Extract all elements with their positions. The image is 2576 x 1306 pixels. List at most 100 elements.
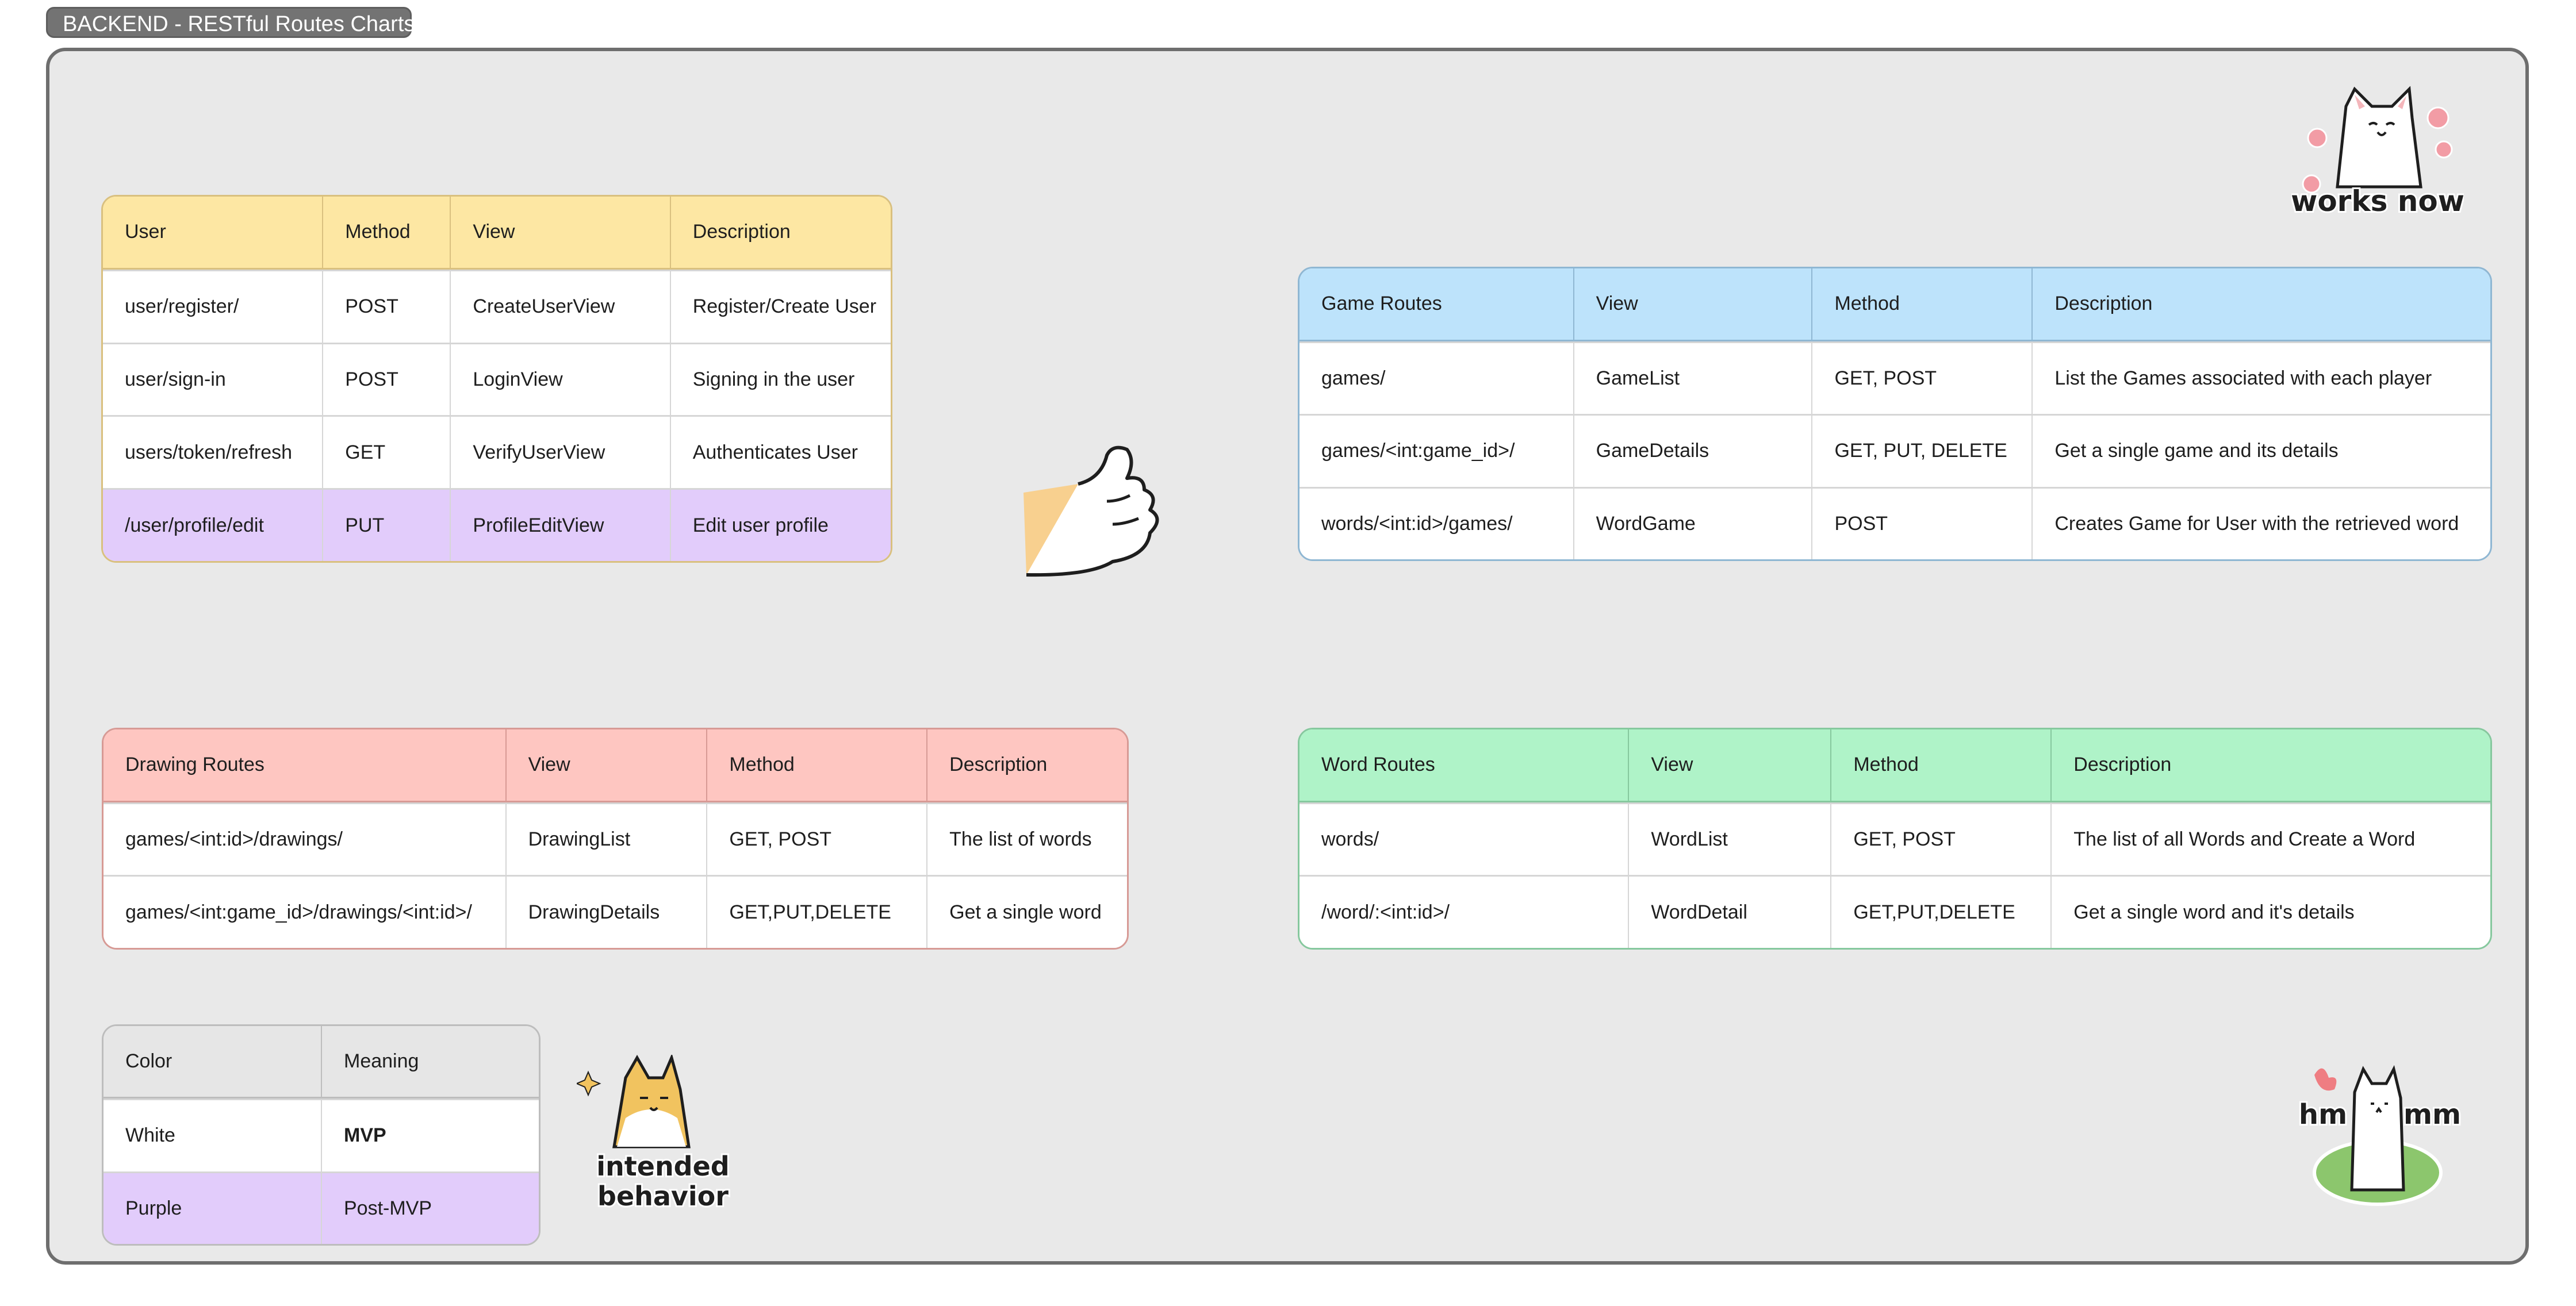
table-row: Purple Post-MVP xyxy=(103,1171,539,1244)
board-title: BACKEND - RESTful Routes Charts xyxy=(63,12,415,36)
works-now-label: works now xyxy=(2291,185,2464,216)
table-cell[interactable]: CreateUserView xyxy=(450,271,669,343)
table-cell[interactable]: GET, POST xyxy=(1811,343,2031,414)
table-row: games/<int:game_id>/GameDetails GET, PUT,… xyxy=(1300,414,2490,487)
table-cell[interactable]: Purple xyxy=(103,1173,321,1244)
table-cell[interactable]: ProfileEditView xyxy=(450,490,669,561)
hmm-cat-sticker: hm mm xyxy=(2297,1065,2463,1206)
table-row: games/<int:id>/drawings/DrawingList GET, … xyxy=(103,802,1127,875)
table-row: user/sign-in POST LoginView Signing in the … xyxy=(103,342,891,416)
table-cell[interactable]: Register/Create User xyxy=(669,271,891,343)
table-row: /user/profile/edit PUT ProfileEditView Edit… xyxy=(103,488,891,561)
table-cell[interactable]: user/sign-in xyxy=(103,344,322,416)
table-cell[interactable]: games/ xyxy=(1300,343,1573,414)
drawing-table-header: Drawing Routes View Method Description xyxy=(103,729,1127,802)
table-cell[interactable]: The list of all Words and Create a Word xyxy=(2050,804,2490,875)
column-header[interactable]: Method xyxy=(706,729,926,801)
column-header[interactable]: Color xyxy=(103,1026,321,1097)
column-header[interactable]: View xyxy=(450,197,669,268)
word-routes-table: Word Routes View Method Description words/Wo… xyxy=(1298,728,2492,950)
table-cell[interactable]: POST xyxy=(1811,488,2031,559)
table-cell[interactable]: Signing in the user xyxy=(669,344,891,416)
table-cell[interactable]: WordList xyxy=(1628,804,1830,875)
table-cell[interactable]: games/<int:id>/drawings/ xyxy=(103,804,505,875)
table-cell[interactable]: DrawingDetails xyxy=(505,877,707,948)
column-header[interactable]: Description xyxy=(2050,729,2490,801)
table-cell[interactable]: GameList xyxy=(1573,343,1812,414)
table-row: games/<int:game_id>/drawings/<int:id>/Dr… xyxy=(103,875,1127,948)
behavior-label: behavior xyxy=(597,1181,729,1212)
table-cell[interactable]: Get a single word xyxy=(926,877,1127,948)
column-header[interactable]: User xyxy=(103,197,322,268)
table-cell[interactable]: Creates Game for User with the retrieved… xyxy=(2031,488,2490,559)
table-cell[interactable]: VerifyUserView xyxy=(450,417,669,489)
table-cell[interactable]: GET xyxy=(322,417,450,489)
color-legend-table: Color Meaning White MVP Purple Post-MVP xyxy=(102,1024,540,1246)
table-row: /word/:<int:id>/WordDetail GET,PUT,DELETE… xyxy=(1300,875,2490,948)
table-cell[interactable]: WordGame xyxy=(1573,488,1812,559)
game-routes-table: Game Routes View Method Description games/Ga… xyxy=(1298,267,2492,561)
column-header[interactable]: View xyxy=(1573,268,1812,340)
column-header[interactable]: Method xyxy=(1811,268,2031,340)
column-header[interactable]: Description xyxy=(669,197,891,268)
drawing-routes-table: Drawing Routes View Method Description games… xyxy=(102,728,1129,950)
column-header[interactable]: Description xyxy=(926,729,1127,801)
hm-label: hm xyxy=(2299,1098,2347,1131)
table-cell[interactable]: PUT xyxy=(322,490,450,561)
game-table-header: Game Routes View Method Description xyxy=(1300,268,2490,341)
table-cell[interactable]: GET,PUT,DELETE xyxy=(706,877,926,948)
table-cell[interactable]: words/ xyxy=(1300,804,1628,875)
column-header[interactable]: Method xyxy=(322,197,450,268)
table-row: words/WordList GET, POST The list of all W… xyxy=(1300,802,2490,875)
table-cell[interactable]: Post-MVP xyxy=(321,1173,539,1244)
table-cell[interactable]: The list of words xyxy=(926,804,1127,875)
table-cell[interactable]: List the Games associated with each play… xyxy=(2031,343,2490,414)
intended-behavior-cat-sticker: intended behavior xyxy=(577,1055,731,1213)
column-header[interactable]: Word Routes xyxy=(1300,729,1628,801)
user-routes-table: User Method View Description user/register/P… xyxy=(101,195,892,563)
table-cell[interactable]: DrawingList xyxy=(505,804,707,875)
table-cell[interactable]: games/<int:game_id>/drawings/<int:id>/ xyxy=(103,877,505,948)
column-header[interactable]: Meaning xyxy=(321,1026,539,1097)
table-cell[interactable]: MVP xyxy=(321,1100,539,1171)
table-cell[interactable]: GET,PUT,DELETE xyxy=(1830,877,2050,948)
intended-label: intended xyxy=(596,1151,730,1182)
table-cell[interactable]: GET, POST xyxy=(706,804,926,875)
column-header[interactable]: View xyxy=(505,729,707,801)
table-row: White MVP xyxy=(103,1098,539,1171)
board-title-tag[interactable]: BACKEND - RESTful Routes Charts xyxy=(46,7,415,38)
table-cell[interactable]: POST xyxy=(322,344,450,416)
table-cell[interactable]: GET, PUT, DELETE xyxy=(1811,416,2031,487)
column-header[interactable]: Description xyxy=(2031,268,2490,340)
table-cell[interactable]: Get a single game and its details xyxy=(2031,416,2490,487)
table-cell[interactable]: White xyxy=(103,1100,321,1171)
table-cell[interactable]: WordDetail xyxy=(1628,877,1830,948)
legend-table-header: Color Meaning xyxy=(103,1026,539,1099)
table-row: users/token/refresh GET VerifyUserView Auth… xyxy=(103,415,891,489)
table-cell[interactable]: /user/profile/edit xyxy=(103,490,322,561)
word-table-header: Word Routes View Method Description xyxy=(1300,729,2490,802)
table-cell[interactable]: words/<int:id>/games/ xyxy=(1300,489,1573,560)
table-cell[interactable]: Authenticates User xyxy=(669,417,891,489)
mm-label: mm xyxy=(2404,1098,2461,1131)
column-header[interactable]: Method xyxy=(1830,729,2050,801)
table-cell[interactable]: GET, POST xyxy=(1830,804,2050,875)
table-row: user/register/POST CreateUserView Register… xyxy=(103,269,891,343)
column-header[interactable]: Game Routes xyxy=(1300,268,1573,340)
works-now-cat-sticker: works now xyxy=(2291,86,2464,216)
table-row: words/<int:id>/games/WordGame POST Creates… xyxy=(1300,486,2490,560)
table-cell[interactable]: games/<int:game_id>/ xyxy=(1300,416,1573,487)
table-cell[interactable]: /word/:<int:id>/ xyxy=(1300,877,1628,948)
thumbs-up-icon xyxy=(1023,445,1159,577)
column-header[interactable]: Drawing Routes xyxy=(103,729,505,801)
table-cell[interactable]: Edit user profile xyxy=(669,490,891,561)
table-cell[interactable]: users/token/refresh xyxy=(103,417,322,488)
user-table-header: User Method View Description xyxy=(103,197,891,270)
table-cell[interactable]: LoginView xyxy=(450,344,669,416)
table-cell[interactable]: user/register/ xyxy=(103,271,322,343)
table-row: games/GameList GET, POST List the Games as… xyxy=(1300,341,2490,414)
table-cell[interactable]: POST xyxy=(322,271,450,343)
table-cell[interactable]: GameDetails xyxy=(1573,416,1812,487)
column-header[interactable]: View xyxy=(1628,729,1830,801)
table-cell[interactable]: Get a single word and it's details xyxy=(2050,877,2490,948)
